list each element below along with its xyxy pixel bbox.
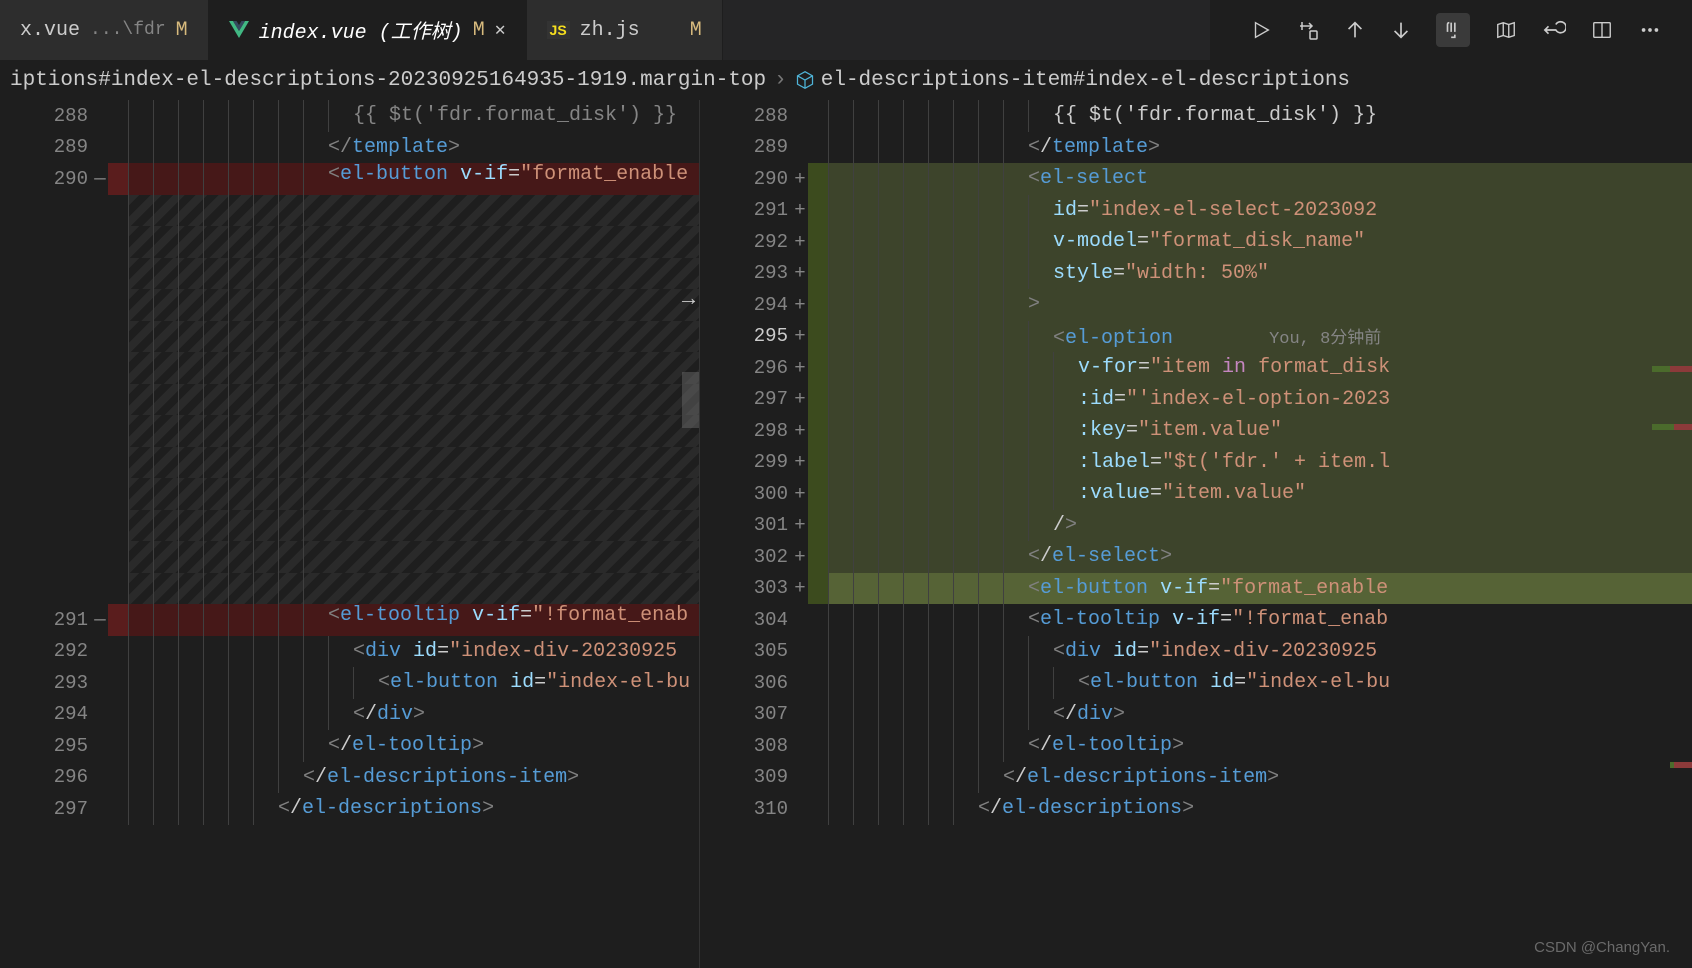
code-line[interactable]: 288 {{ $t('fdr.format_disk') }} bbox=[700, 100, 1692, 132]
more-icon[interactable] bbox=[1638, 19, 1662, 41]
diff-pane-original[interactable]: 288 {{ $t('fdr.format_disk') }} 289 </te… bbox=[0, 100, 700, 968]
code-line-removed[interactable]: 291— <el-tooltip v-if="!format_enab bbox=[0, 604, 699, 636]
code-line-added[interactable]: 302+ </el-select> bbox=[700, 541, 1692, 573]
code-line-added[interactable]: 303+ <el-button v-if="format_enable bbox=[700, 573, 1692, 605]
diff-filler bbox=[0, 478, 699, 510]
arrow-up-icon[interactable] bbox=[1344, 19, 1366, 41]
code-line-added[interactable]: 291+ id="index-el-select-2023092 bbox=[700, 195, 1692, 227]
diff-filler bbox=[0, 258, 699, 290]
code-line[interactable]: 288 {{ $t('fdr.format_disk') }} bbox=[0, 100, 699, 132]
code-line[interactable]: 306 <el-button id="index-el-bu bbox=[700, 667, 1692, 699]
code-line-added[interactable]: 300+ :value="item.value" bbox=[700, 478, 1692, 510]
diff-filler bbox=[0, 447, 699, 479]
code-line-added[interactable]: 294+ > bbox=[700, 289, 1692, 321]
code-line-added[interactable]: 297+ :id="'index-el-option-2023 bbox=[700, 384, 1692, 416]
code-line-added[interactable]: 298+ :key="item.value" bbox=[700, 415, 1692, 447]
diff-filler bbox=[0, 226, 699, 258]
transfer-arrow-icon[interactable]: → bbox=[682, 287, 695, 312]
code-line[interactable]: 293 <el-button id="index-el-bu bbox=[0, 667, 699, 699]
code-line[interactable]: 304 <el-tooltip v-if="!format_enab bbox=[700, 604, 1692, 636]
tab-indexvue[interactable]: index.vue (工作树) M ✕ bbox=[209, 0, 527, 60]
tab-bar: x.vue ...\fdr M index.vue (工作树) M ✕ JS z… bbox=[0, 0, 1692, 60]
code-line-added[interactable]: 295+ <el-option You, 8分钟前 bbox=[700, 321, 1692, 353]
diff-filler bbox=[0, 321, 699, 353]
code-line[interactable]: 308 </el-tooltip> bbox=[700, 730, 1692, 762]
diff-filler bbox=[0, 541, 699, 573]
diff-filler bbox=[0, 352, 699, 384]
code-line-added[interactable]: 292+ v-model="format_disk_name" bbox=[700, 226, 1692, 258]
diff-filler bbox=[0, 510, 699, 542]
minimap[interactable] bbox=[1652, 100, 1692, 968]
breadcrumb[interactable]: iptions#index-el-descriptions-2023092516… bbox=[0, 60, 1692, 100]
code-line[interactable]: 305 <div id="index-div-20230925 bbox=[700, 636, 1692, 668]
watermark: CSDN @ChangYan. bbox=[1534, 939, 1670, 956]
diff-pane-modified[interactable]: 288 {{ $t('fdr.format_disk') }} 289 </te… bbox=[700, 100, 1692, 968]
code-line[interactable]: 307 </div> bbox=[700, 699, 1692, 731]
revert-icon[interactable] bbox=[1542, 19, 1566, 41]
diff-filler bbox=[0, 289, 699, 321]
close-icon[interactable]: ✕ bbox=[495, 19, 506, 41]
map-icon[interactable] bbox=[1494, 19, 1518, 41]
code-line[interactable]: 296 </el-descriptions-item> bbox=[0, 762, 699, 794]
code-line[interactable]: 295 </el-tooltip> bbox=[0, 730, 699, 762]
code-line-added[interactable]: 301+ /> bbox=[700, 510, 1692, 542]
code-line-added[interactable]: 293+ style="width: 50%" bbox=[700, 258, 1692, 290]
code-line-added[interactable]: 299+ :label="$t('fdr.' + item.l bbox=[700, 447, 1692, 479]
scrollbar-thumb[interactable] bbox=[682, 372, 700, 428]
diff-filler bbox=[0, 573, 699, 605]
diff-filler bbox=[0, 415, 699, 447]
code-line[interactable]: 289 </template> bbox=[700, 132, 1692, 164]
code-line[interactable]: 294 </div> bbox=[0, 699, 699, 731]
whitespace-icon[interactable] bbox=[1436, 13, 1470, 47]
symbol-icon bbox=[795, 70, 815, 90]
code-line[interactable]: 289 </template> bbox=[0, 132, 699, 164]
code-line[interactable]: 309 </el-descriptions-item> bbox=[700, 762, 1692, 794]
vue-icon bbox=[229, 21, 249, 39]
code-line-added[interactable]: 296+ v-for="item in format_disk bbox=[700, 352, 1692, 384]
code-line[interactable]: 310 </el-descriptions> bbox=[700, 793, 1692, 825]
tab-zhjs[interactable]: JS zh.js M bbox=[527, 0, 723, 60]
run-icon[interactable] bbox=[1250, 19, 1272, 41]
code-line[interactable]: 297 </el-descriptions> bbox=[0, 793, 699, 825]
code-line[interactable]: 292 <div id="index-div-20230925 bbox=[0, 636, 699, 668]
javascript-icon: JS bbox=[547, 21, 570, 39]
diff-filler bbox=[0, 384, 699, 416]
chevron-right-icon: › bbox=[774, 69, 787, 92]
tab-xvue[interactable]: x.vue ...\fdr M bbox=[0, 0, 209, 60]
swap-icon[interactable] bbox=[1296, 18, 1320, 42]
code-line-added[interactable]: 290+ <el-select bbox=[700, 163, 1692, 195]
diff-editor: 288 {{ $t('fdr.format_disk') }} 289 </te… bbox=[0, 100, 1692, 968]
editor-toolbar bbox=[1210, 0, 1692, 60]
diff-filler bbox=[0, 195, 699, 227]
split-icon[interactable] bbox=[1590, 19, 1614, 41]
code-line-removed[interactable]: 290— <el-button v-if="format_enable bbox=[0, 163, 699, 195]
arrow-down-icon[interactable] bbox=[1390, 19, 1412, 41]
